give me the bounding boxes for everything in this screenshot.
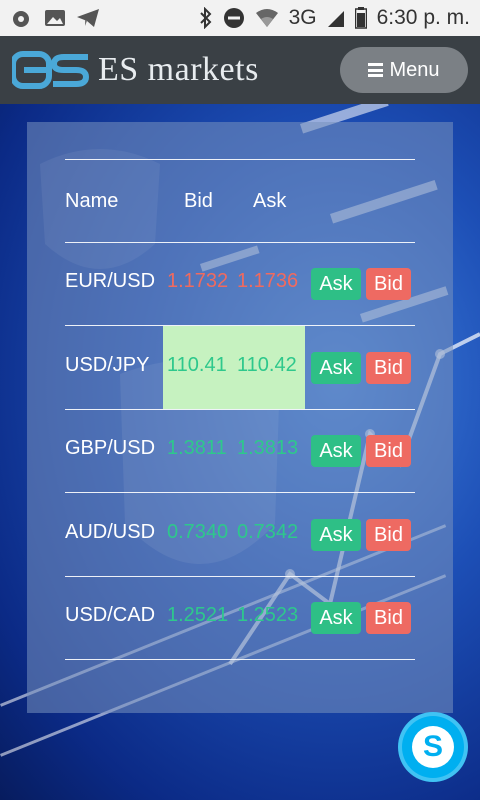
bid-button[interactable]: Bid [366,519,411,551]
column-bid-header: Bid [184,190,213,212]
record-icon [10,8,34,28]
battery-icon [354,7,367,29]
table-row: GBP/USD 1.3811 1.3813 Ask Bid [65,409,415,492]
column-ask-header: Ask [253,190,287,212]
table-header: Name Bid Ask [65,177,415,227]
bid-price: 1.2521 [167,604,229,626]
column-name-header: Name [65,190,119,212]
ask-button[interactable]: Ask [311,435,361,467]
status-bar: 3G 6:30 p. m. [0,0,480,36]
brand-name: ES markets [98,51,259,88]
site-header: ES markets Menu [0,36,480,104]
bid-button[interactable]: Bid [366,602,411,634]
ask-button[interactable]: Ask [311,268,361,300]
logo[interactable]: ES markets [12,51,259,89]
quotes-panel: Name Bid Ask EUR/USD 1.1732 1.1736 Ask B… [27,122,453,713]
ask-price: 1.1736 [237,270,299,292]
ask-button[interactable]: Ask [311,519,361,551]
skype-chat-button[interactable]: S [398,712,468,782]
bid-button[interactable]: Bid [366,352,411,384]
bid-price: 1.3811 [167,437,227,459]
ask-button[interactable]: Ask [311,352,361,384]
symbol-name: EUR/USD [65,270,156,292]
ask-button[interactable]: Ask [311,602,361,634]
ask-price: 1.2523 [237,604,299,626]
do-not-disturb-icon [223,7,245,29]
table-row: AUD/USD 0.7340 0.7342 Ask Bid [65,493,415,576]
menu-button[interactable]: Menu [340,47,468,93]
bluetooth-icon [199,7,213,29]
bid-price: 110.41 [167,354,227,376]
bid-button[interactable]: Bid [366,268,411,300]
divider [65,159,415,160]
bid-price: 0.7340 [167,521,229,543]
image-icon [44,8,66,28]
menu-label: Menu [389,58,440,81]
wifi-icon [255,8,279,28]
symbol-name: AUD/USD [65,521,156,543]
bid-price: 1.1732 [167,270,229,292]
table-row: USD/CAD 1.2521 1.2523 Ask Bid [65,576,415,659]
symbol-name: USD/CAD [65,604,156,626]
es-logo-icon [12,51,90,89]
network-type: 3G [288,6,317,29]
clock: 6:30 p. m. [376,6,470,29]
ask-price: 110.42 [237,354,297,376]
skype-icon: S [412,726,454,768]
hamburger-icon [368,63,384,77]
bid-button[interactable]: Bid [366,435,411,467]
table-row: USD/JPY 110.41 110.42 Ask Bid [65,326,415,409]
symbol-name: GBP/USD [65,437,156,459]
table-row: EUR/USD 1.1732 1.1736 Ask Bid [65,242,415,325]
symbol-name: USD/JPY [65,354,150,376]
signal-icon [327,8,345,28]
telegram-icon [76,8,100,28]
ask-price: 0.7342 [237,521,299,543]
divider [65,659,415,660]
ask-price: 1.3813 [237,437,299,459]
